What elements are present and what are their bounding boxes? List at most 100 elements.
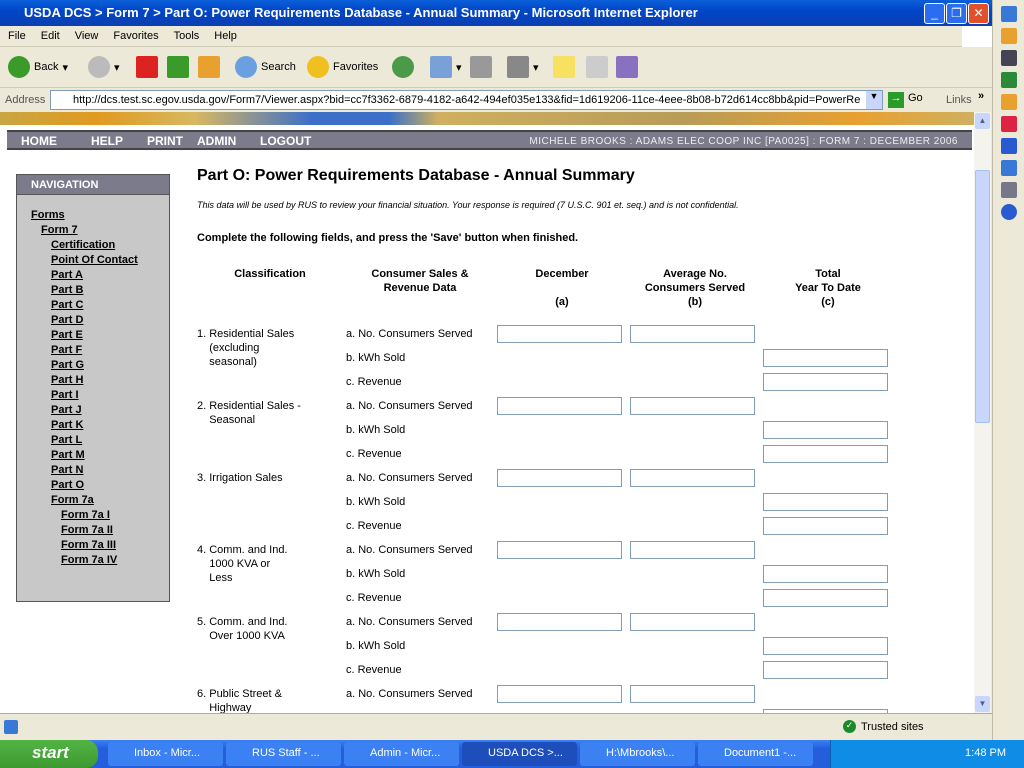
nav-link[interactable]: Part C bbox=[51, 299, 83, 311]
avg-consumers-input[interactable] bbox=[630, 397, 755, 415]
ytd-input[interactable] bbox=[763, 493, 888, 511]
nav-link[interactable]: Part H bbox=[51, 374, 83, 386]
nav-link[interactable]: Part D bbox=[51, 314, 83, 326]
nav-link[interactable]: Part O bbox=[51, 479, 84, 491]
nav-link[interactable]: Part J bbox=[51, 404, 82, 416]
menu-favorites[interactable]: Favorites bbox=[105, 26, 165, 42]
menu-help[interactable]: Help bbox=[206, 26, 244, 42]
nav-print[interactable]: PRINT bbox=[147, 134, 183, 148]
ytd-input[interactable] bbox=[763, 589, 888, 607]
nav-link[interactable]: Form 7a II bbox=[61, 524, 113, 536]
app-icon[interactable] bbox=[1000, 50, 1017, 66]
discuss-button[interactable] bbox=[553, 56, 575, 78]
ytd-input[interactable] bbox=[763, 373, 888, 391]
avg-consumers-input[interactable] bbox=[630, 325, 755, 343]
ytd-input[interactable] bbox=[763, 517, 888, 535]
home-button[interactable] bbox=[198, 56, 220, 78]
close-button[interactable]: ✕ bbox=[968, 3, 989, 24]
edit-button[interactable]: ▾ bbox=[507, 56, 539, 78]
links-button[interactable]: Links bbox=[946, 94, 972, 106]
nav-link[interactable]: Part G bbox=[51, 359, 84, 371]
avg-consumers-input[interactable] bbox=[630, 613, 755, 631]
nav-link[interactable]: Part A bbox=[51, 269, 83, 281]
taskbar-button[interactable]: USDA DCS >... bbox=[462, 742, 577, 766]
nav-link[interactable]: Form 7a I bbox=[61, 509, 110, 521]
december-input[interactable] bbox=[497, 541, 622, 559]
ytd-input[interactable] bbox=[763, 445, 888, 463]
ytd-input[interactable] bbox=[763, 349, 888, 367]
nav-link[interactable]: Part K bbox=[51, 419, 83, 431]
search-button[interactable]: Search bbox=[235, 56, 296, 78]
december-input[interactable] bbox=[497, 325, 622, 343]
nav-link[interactable]: Part I bbox=[51, 389, 79, 401]
word-icon[interactable] bbox=[1000, 138, 1017, 154]
menu-view[interactable]: View bbox=[67, 26, 106, 42]
nav-link[interactable]: Forms bbox=[31, 209, 65, 221]
chevron-right-icon[interactable]: » bbox=[978, 90, 984, 102]
nav-link[interactable]: Part F bbox=[51, 344, 82, 356]
nav-link[interactable]: Certification bbox=[51, 239, 115, 251]
nav-link[interactable]: Part E bbox=[51, 329, 83, 341]
research-button[interactable] bbox=[616, 56, 638, 78]
december-input[interactable] bbox=[497, 397, 622, 415]
ytd-input[interactable] bbox=[763, 565, 888, 583]
taskbar-button[interactable]: Admin - Micr... bbox=[344, 742, 459, 766]
nav-link[interactable]: Point Of Contact bbox=[51, 254, 138, 266]
print-button[interactable] bbox=[470, 56, 492, 78]
december-input[interactable] bbox=[497, 469, 622, 487]
vertical-scrollbar[interactable]: ▲ ▼ bbox=[974, 112, 991, 713]
menu-edit[interactable]: Edit bbox=[33, 26, 67, 42]
mail-button[interactable]: ▾ bbox=[430, 56, 462, 78]
nav-link[interactable]: Part N bbox=[51, 464, 83, 476]
address-dropdown-button[interactable]: ▼ bbox=[866, 91, 882, 109]
outlook-icon[interactable] bbox=[1000, 28, 1017, 44]
restore-button[interactable]: ❐ bbox=[946, 3, 967, 24]
minimize-button[interactable]: _ bbox=[924, 3, 945, 24]
scroll-down-button[interactable]: ▼ bbox=[975, 696, 990, 712]
menu-tools[interactable]: Tools bbox=[166, 26, 207, 42]
ie-icon[interactable] bbox=[1000, 6, 1017, 22]
taskbar-button[interactable]: H:\Mbrooks\... bbox=[580, 742, 695, 766]
forward-button[interactable]: ▾ bbox=[88, 56, 120, 78]
nav-link[interactable]: Part M bbox=[51, 449, 85, 461]
messenger-button[interactable] bbox=[586, 56, 608, 78]
avg-consumers-input[interactable] bbox=[630, 469, 755, 487]
nav-admin[interactable]: ADMIN bbox=[197, 134, 236, 148]
favorites-button[interactable]: Favorites bbox=[307, 56, 378, 78]
user-icon[interactable] bbox=[1000, 182, 1017, 198]
excel-icon[interactable] bbox=[1000, 72, 1017, 88]
ytd-input[interactable] bbox=[763, 421, 888, 439]
ie-icon[interactable] bbox=[1000, 160, 1017, 176]
scroll-thumb[interactable] bbox=[975, 170, 990, 423]
nav-help[interactable]: HELP bbox=[91, 134, 123, 148]
december-input[interactable] bbox=[497, 685, 622, 703]
avg-consumers-input[interactable] bbox=[630, 685, 755, 703]
nav-home[interactable]: HOME bbox=[21, 134, 57, 148]
media-player-icon[interactable] bbox=[1000, 204, 1017, 220]
nav-link[interactable]: Part B bbox=[51, 284, 83, 296]
address-input[interactable]: http://dcs.test.sc.egov.usda.gov/Form7/V… bbox=[50, 90, 883, 110]
nav-link[interactable]: Form 7a IV bbox=[61, 554, 117, 566]
history-button[interactable] bbox=[392, 56, 414, 78]
go-button[interactable]: → Go bbox=[888, 92, 923, 108]
taskbar-button[interactable]: RUS Staff - ... bbox=[226, 742, 341, 766]
nav-link[interactable]: Part L bbox=[51, 434, 82, 446]
scroll-up-button[interactable]: ▲ bbox=[975, 113, 990, 129]
calendar-icon[interactable] bbox=[1000, 94, 1017, 110]
powerpoint-icon[interactable] bbox=[1000, 116, 1017, 132]
avg-consumers-input[interactable] bbox=[630, 541, 755, 559]
nav-logout[interactable]: LOGOUT bbox=[260, 134, 311, 148]
nav-link[interactable]: Form 7a III bbox=[61, 539, 116, 551]
ytd-input[interactable] bbox=[763, 637, 888, 655]
taskbar-button[interactable]: Document1 -... bbox=[698, 742, 813, 766]
back-button[interactable]: Back ▾ bbox=[8, 56, 68, 78]
menu-file[interactable]: File bbox=[0, 26, 33, 42]
refresh-button[interactable] bbox=[167, 56, 189, 78]
start-button[interactable]: start bbox=[0, 740, 98, 768]
nav-link[interactable]: Form 7a bbox=[51, 494, 94, 506]
stop-button[interactable] bbox=[136, 56, 158, 78]
ytd-input[interactable] bbox=[763, 661, 888, 679]
taskbar-button[interactable]: Inbox - Micr... bbox=[108, 742, 223, 766]
december-input[interactable] bbox=[497, 613, 622, 631]
nav-link[interactable]: Form 7 bbox=[41, 224, 78, 236]
